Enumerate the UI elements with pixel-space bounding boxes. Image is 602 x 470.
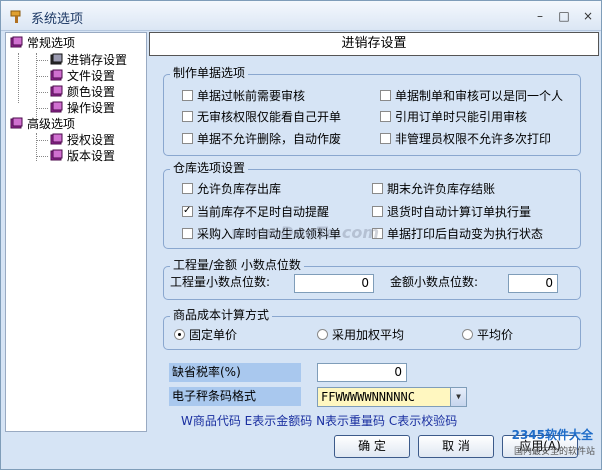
- tree-node-advanced[interactable]: 高级选项: [10, 116, 75, 132]
- maximize-icon[interactable]: □: [557, 10, 571, 22]
- tree-node-label: 操作设置: [67, 101, 116, 115]
- book-icon: [50, 101, 63, 113]
- tree-node-label: 版本设置: [67, 149, 116, 163]
- minimize-icon[interactable]: –: [533, 10, 547, 22]
- qty-decimal-label: 工程量小数点位数:: [170, 275, 271, 289]
- book-icon: [50, 69, 63, 81]
- system-options-window: 系统选项 – □ × 常规选项 进销存设置 文件设置 颜色设置 操作设置 高级选…: [0, 0, 602, 470]
- book-icon: [10, 117, 23, 129]
- panel-title: 进销存设置: [149, 32, 599, 56]
- amount-decimal-label: 金额小数点位数:: [390, 275, 479, 289]
- doc-option-checkbox[interactable]: 单据制单和审核可以是同一个人: [380, 89, 563, 103]
- barcode-format-select[interactable]: FFWWWWWNNNNNC ▼: [317, 387, 467, 407]
- stock-option-checkbox[interactable]: 单据打印后自动变为执行状态: [372, 227, 543, 241]
- barcode-hint: W商品代码 E表示金额码 N表示重量码 C表示校验码: [181, 414, 458, 428]
- book-icon: [50, 85, 63, 97]
- cost-method-radio[interactable]: 采用加权平均: [317, 328, 404, 342]
- book-icon: [10, 36, 23, 48]
- tree-node-version[interactable]: 版本设置: [50, 148, 115, 164]
- group-title: 仓库选项设置: [170, 161, 249, 176]
- tree-node-label: 文件设置: [67, 69, 116, 83]
- cancel-button[interactable]: 取 消: [418, 435, 494, 458]
- tree-node-license[interactable]: 授权设置: [50, 132, 115, 148]
- cost-method-radio[interactable]: 固定单价: [174, 328, 237, 342]
- doc-option-checkbox[interactable]: 单据不允许删除，自动作废: [182, 132, 341, 146]
- close-icon[interactable]: ×: [581, 10, 595, 22]
- tax-label: 缺省税率(%): [169, 363, 301, 382]
- tax-input[interactable]: 0: [317, 363, 407, 382]
- tree-node-label: 进销存设置: [67, 53, 128, 67]
- ok-button[interactable]: 确 定: [334, 435, 410, 458]
- decimal-group: 工程量/金额 小数点位数 工程量小数点位数: 0 金额小数点位数: 0: [163, 258, 581, 300]
- options-tree[interactable]: 常规选项 进销存设置 文件设置 颜色设置 操作设置 高级选项 授权设置 版本设置: [5, 32, 147, 432]
- cost-method-group: 商品成本计算方式 固定单价 采用加权平均 平均价: [163, 308, 581, 350]
- cost-method-radio[interactable]: 平均价: [462, 328, 513, 342]
- doc-option-checkbox[interactable]: 无审核权限仅能看自己开单: [182, 110, 341, 124]
- doc-options-group: 制作单据选项 单据过帐前需要审核 单据制单和审核可以是同一个人 无审核权限仅能看…: [163, 66, 581, 156]
- book-icon: [50, 133, 63, 145]
- stock-option-checkbox[interactable]: 当前库存不足时自动提醒: [182, 204, 329, 219]
- tree-node-operation[interactable]: 操作设置: [50, 100, 115, 116]
- doc-option-checkbox[interactable]: 单据过帐前需要审核: [182, 89, 305, 103]
- amount-decimal-input[interactable]: 0: [508, 274, 558, 293]
- group-title: 商品成本计算方式: [170, 308, 273, 323]
- chevron-down-icon[interactable]: ▼: [450, 388, 466, 406]
- watermark-brand: 2345软件大全: [511, 428, 593, 442]
- stock-option-checkbox[interactable]: 退货时自动计算订单执行量: [372, 205, 531, 219]
- tree-node-color[interactable]: 颜色设置: [50, 84, 115, 100]
- group-title: 工程量/金额 小数点位数: [170, 258, 304, 273]
- group-title: 制作单据选项: [170, 66, 249, 81]
- watermark-text: www.DuoTe.com: [231, 223, 379, 242]
- book-icon: [50, 149, 63, 161]
- doc-option-checkbox[interactable]: 非管理员权限不允许多次打印: [380, 132, 551, 146]
- stock-option-checkbox[interactable]: 期末允许负库存结账: [372, 182, 495, 196]
- tree-node-label: 授权设置: [67, 133, 116, 147]
- qty-decimal-input[interactable]: 0: [294, 274, 374, 293]
- doc-option-checkbox[interactable]: 引用订单时只能引用审核: [380, 110, 527, 124]
- tree-node-label: 常规选项: [27, 36, 76, 50]
- tree-node-label: 高级选项: [27, 117, 76, 131]
- tree-node-file[interactable]: 文件设置: [50, 68, 115, 84]
- stock-option-checkbox[interactable]: 允许负库存出库: [182, 182, 281, 196]
- tree-node-label: 颜色设置: [67, 85, 116, 99]
- tree-node-general[interactable]: 常规选项: [10, 35, 75, 51]
- watermark-site: 国内最安全的软件站: [513, 447, 595, 457]
- app-hammer-icon: [10, 10, 21, 23]
- book-icon: [50, 53, 63, 65]
- title-bar[interactable]: 系统选项 – □ ×: [1, 1, 601, 31]
- tree-node-inventory[interactable]: 进销存设置: [50, 52, 127, 68]
- window-title: 系统选项: [31, 12, 84, 27]
- barcode-label: 电子秤条码格式: [169, 387, 301, 406]
